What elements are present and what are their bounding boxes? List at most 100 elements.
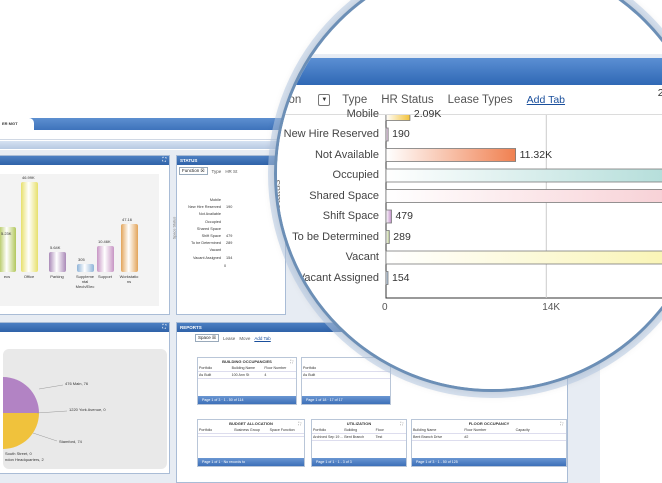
status-tab-2[interactable]: HR St xyxy=(225,169,237,174)
table-pager[interactable]: Page 1 of 1 · 1 - 3 of 3 xyxy=(312,458,406,466)
pie-leader-line xyxy=(36,410,68,414)
status-bar-occupied[interactable] xyxy=(385,168,662,183)
table-header[interactable]: Business Group xyxy=(233,427,269,434)
table-pager[interactable]: Page 1 of 3 · 1 - 50 of 125 xyxy=(412,458,566,466)
table-pager[interactable]: Page 1 of 18 · 17 of 17 xyxy=(302,396,390,404)
table-pager[interactable]: Page 1 of 1 · No records to xyxy=(198,458,304,466)
table-cell[interactable]: 100 Ann St xyxy=(230,372,264,379)
status-bar-vacant-assigned[interactable] xyxy=(385,271,389,285)
pie-chart-area: 476 Main, 76 1220 York Avenue, 0 Stamford,… xyxy=(3,349,167,469)
add-tab-link[interactable]: Add Tab xyxy=(527,94,565,106)
subpanel-table: Portfolio Building Floor Archived Sep 19 ..… xyxy=(312,427,406,441)
table-header[interactable]: Building xyxy=(343,427,375,434)
status-bar-vacant[interactable] xyxy=(385,250,662,265)
report-subpanel: UTILIZATION ⛶ Portfolio Building Floor Archiv… xyxy=(311,419,407,467)
pie-label: ndon Headquarters, 2 xyxy=(5,457,44,462)
lens-tab-1[interactable]: Type xyxy=(342,94,367,106)
table-cell[interactable] xyxy=(514,434,566,441)
table-cell[interactable] xyxy=(198,434,234,437)
status-row-value: 154 xyxy=(226,255,233,260)
expand-icon[interactable]: ⛶ xyxy=(400,420,403,427)
status-row-label: Vacant xyxy=(209,248,221,253)
subpanel-title-text: BUDGET ALLOCATION xyxy=(229,421,273,426)
space-function-chart: ecs 46.99K Office 5.64K Parking 305 Suppleme n… xyxy=(0,174,159,306)
magnifier-lens: ction ▼ Type HR Status Lease Types Add Tab Sp… xyxy=(274,0,662,392)
lens-tab-3[interactable]: Lease Types xyxy=(448,94,513,106)
category-label: Shift Space xyxy=(322,210,379,222)
table-pager[interactable]: Page 1 of 3 · 1 - 50 of 114 xyxy=(198,396,296,404)
table-header[interactable]: Building Name xyxy=(412,427,464,434)
status-row-label: Shift Space xyxy=(201,234,221,238)
bar-category-label: Support xyxy=(97,274,112,279)
lens-tab-2[interactable]: HR Status xyxy=(381,94,433,106)
status-row-label: Shared Space xyxy=(196,226,221,231)
report-tab-move[interactable]: Move xyxy=(239,336,250,341)
expand-icon[interactable]: ⛶ xyxy=(560,420,563,427)
panel-header: ⛶ xyxy=(0,156,169,165)
table-cell[interactable]: Bent Branch Drive xyxy=(412,434,464,441)
table-header[interactable]: Portfolio xyxy=(198,365,231,372)
table-cell[interactable]: Test xyxy=(374,434,406,441)
table-cell[interactable] xyxy=(268,434,304,437)
pin-icon[interactable]: ⛶ xyxy=(162,156,166,165)
chart-bar xyxy=(21,182,38,272)
plot-frame xyxy=(385,115,662,299)
status-bar-shared-space[interactable] xyxy=(385,189,662,203)
app-tab[interactable]: ER MGT xyxy=(0,118,34,130)
status-row-label: New Hire Reserved xyxy=(188,205,221,210)
table-cell[interactable]: Bent Branch xyxy=(343,434,375,441)
pie-slice xyxy=(3,413,39,449)
bar-value-label: 479 xyxy=(395,210,413,222)
chart-bar xyxy=(77,264,94,272)
status-bar-mobile[interactable] xyxy=(385,115,411,121)
pie-panel: ⛶ 476 Main, 76 1220 York Avenue, 0 Stamfor… xyxy=(0,322,170,474)
tab-dropdown-icon[interactable]: ▼ xyxy=(318,93,331,106)
bar-value-label: 47.16 xyxy=(122,217,133,222)
table-header[interactable]: Building Name xyxy=(230,365,264,372)
table-header[interactable]: Space Function xyxy=(268,427,304,434)
table-header[interactable]: Capacity xyxy=(514,427,566,434)
category-label: Occupied xyxy=(332,169,379,181)
status-row-value: 190 xyxy=(226,205,233,210)
bar-value-label: 2.09K xyxy=(413,107,442,120)
table-cell[interactable]: As Built xyxy=(198,372,231,379)
status-tab-0[interactable]: Function ☒ xyxy=(179,167,208,175)
status-bar-new-hire-reserved[interactable] xyxy=(385,127,389,142)
report-tab-lease[interactable]: Lease xyxy=(223,336,235,341)
status-tab-1[interactable]: Type xyxy=(212,169,222,174)
lens-tab-0[interactable]: ction xyxy=(277,94,301,106)
status-bar-shift-space[interactable] xyxy=(385,209,392,224)
subpanel-table: Portfolio Business Group Space Function xyxy=(198,427,304,437)
report-subpanel: BUDGET ALLOCATION ⛶ Portfolio Business Grou… xyxy=(197,419,305,467)
category-label: New Hire Reserved xyxy=(283,128,379,140)
chart-bar xyxy=(121,224,138,272)
pin-icon[interactable]: ⛶ xyxy=(162,323,166,332)
reports-panel-title: REPORTS xyxy=(180,325,202,330)
status-bar-to-be-determined[interactable] xyxy=(385,230,390,244)
pie-slice xyxy=(3,377,39,413)
report-tab-add-tab[interactable]: Add Tab xyxy=(254,336,270,341)
pie-label: 1220 York Avenue, 0 xyxy=(69,407,106,412)
status-row-label: Occupied xyxy=(204,219,221,224)
report-tab-space[interactable]: Space ☒ xyxy=(195,334,220,342)
table-cell[interactable]: Archived Sep 19 ... xyxy=(312,434,344,441)
subpanel-title: FLOOR OCCUPANCY ⛶ xyxy=(412,420,566,427)
pie-label: Stamford, 74 xyxy=(59,439,82,444)
table-header[interactable]: Floor Number xyxy=(463,427,515,434)
status-axis-zero: 0 xyxy=(224,264,227,268)
table-cell[interactable] xyxy=(233,434,269,437)
bar-value-label: 305 xyxy=(78,257,85,262)
table-cell[interactable]: #2 xyxy=(463,434,515,441)
category-label: Not Available xyxy=(314,148,379,161)
table-header[interactable]: Portfolio xyxy=(312,427,344,434)
lens-panel-header xyxy=(277,58,662,85)
bar-value-label: 10.46K xyxy=(98,239,111,244)
status-bar-not-available[interactable] xyxy=(385,148,517,162)
table-header[interactable]: Floor xyxy=(374,427,406,434)
status-tabs: Function ☒ Type HR St xyxy=(177,165,285,177)
expand-icon[interactable]: ⛶ xyxy=(298,420,301,427)
subpanel-table: Building Name Floor Number Capacity Bent Br… xyxy=(412,427,566,441)
x-tick-label: 14K xyxy=(542,302,561,313)
table-header[interactable]: Portfolio xyxy=(198,427,234,434)
space-function-panel: ⛶ ecs 46.99K Office 5.64K Parking 305 Suppleme… xyxy=(0,155,170,315)
